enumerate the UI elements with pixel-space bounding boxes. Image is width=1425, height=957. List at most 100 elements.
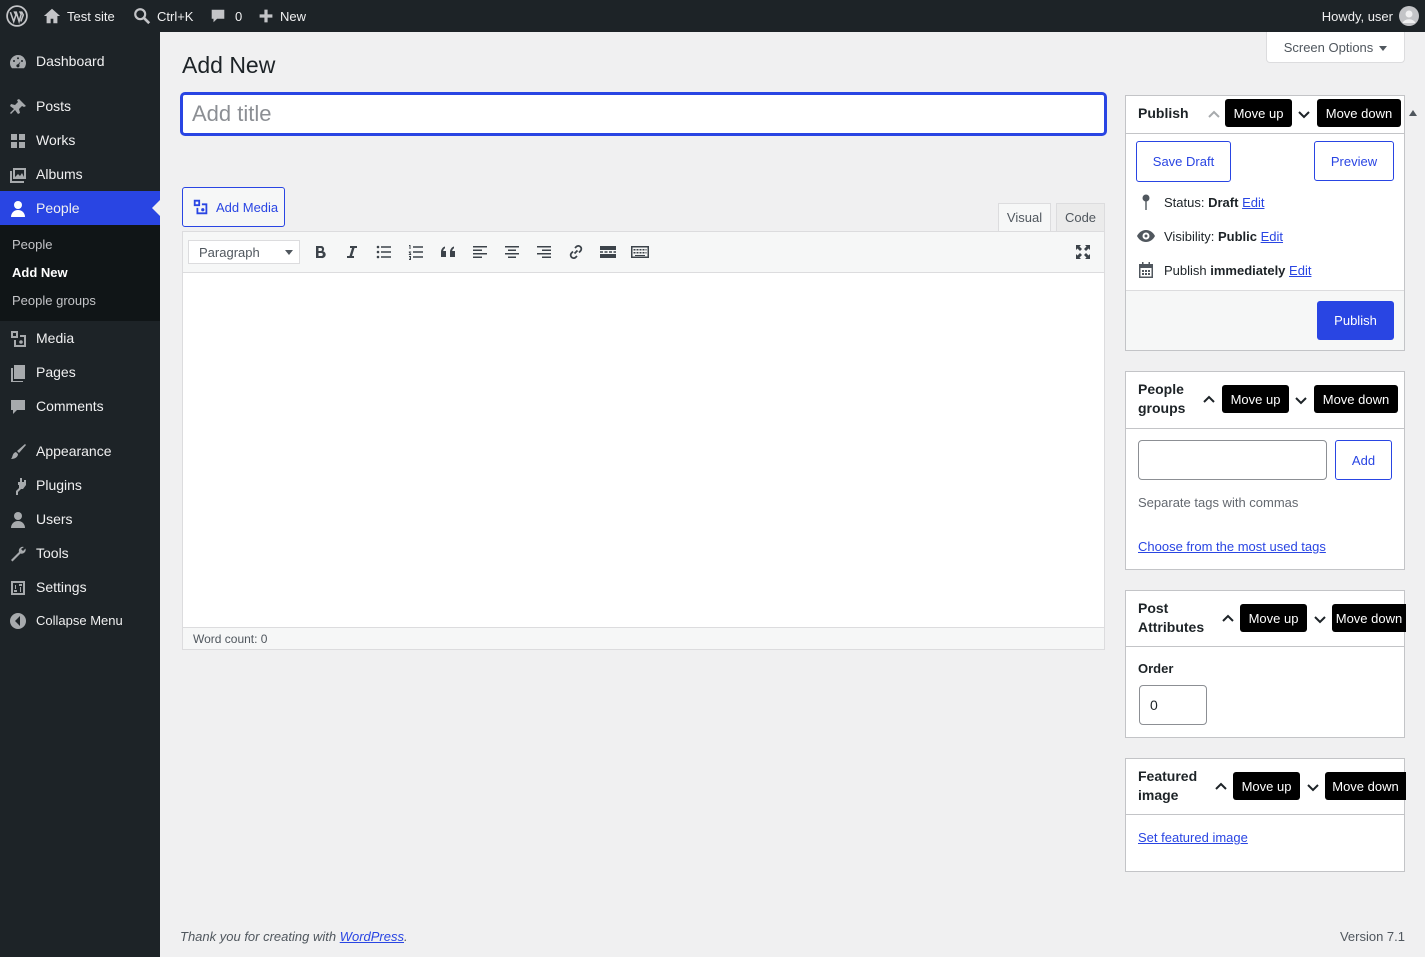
chevron-up-icon[interactable] (1211, 777, 1231, 797)
edit-publish-time-link[interactable]: Edit (1289, 263, 1311, 278)
publish-box-title: Publish (1138, 105, 1189, 121)
order-input[interactable] (1139, 685, 1207, 725)
visibility-label: Visibility: (1164, 228, 1215, 244)
screen-options-button[interactable]: Screen Options (1266, 32, 1405, 63)
read-more-icon[interactable] (598, 242, 618, 262)
move-down-button[interactable]: Move down (1317, 99, 1401, 127)
move-up-button[interactable]: Move up (1240, 604, 1307, 632)
new-content-link[interactable]: New (258, 0, 306, 32)
grid-icon (8, 131, 28, 151)
chevron-down-icon[interactable] (1294, 104, 1314, 124)
bold-icon[interactable] (310, 242, 330, 262)
editor-toolbar: Paragraph (183, 232, 1104, 273)
sidebar-item-label: Pages (36, 364, 76, 380)
sidebar-item-people[interactable]: People (0, 191, 160, 225)
publish-box-header: Publish Move up Move down (1126, 96, 1417, 134)
editor-content-area[interactable] (183, 273, 1104, 627)
chevron-down-icon[interactable] (1310, 609, 1330, 629)
sidebar-item-tools[interactable]: Tools (0, 536, 160, 570)
add-tag-button[interactable]: Add (1335, 440, 1392, 480)
pages-icon (8, 363, 28, 383)
media-icon (8, 329, 28, 349)
site-name: Test site (67, 8, 115, 24)
order-label: Order (1138, 661, 1174, 676)
move-up-button[interactable]: Move up (1222, 385, 1289, 413)
move-up-button[interactable]: Move up (1225, 99, 1292, 127)
submenu-item-people[interactable]: People (12, 237, 52, 252)
link-icon[interactable] (566, 242, 586, 262)
blockquote-icon[interactable] (438, 242, 458, 262)
sidebar-item-settings[interactable]: Settings (0, 570, 160, 604)
chevron-up-icon[interactable] (1199, 390, 1219, 410)
sidebar-item-label: Settings (36, 579, 87, 595)
plugin-icon (8, 476, 28, 496)
bullet-list-icon[interactable] (374, 242, 394, 262)
sidebar-item-posts[interactable]: Posts (0, 89, 160, 123)
settings-icon (8, 578, 28, 598)
submenu-item-people-groups[interactable]: People groups (12, 293, 96, 308)
tab-visual[interactable]: Visual (998, 203, 1051, 232)
collapse-icon (8, 611, 28, 631)
sidebar-item-users[interactable]: Users (0, 502, 160, 536)
tab-code[interactable]: Code (1056, 203, 1105, 232)
sidebar-item-plugins[interactable]: Plugins (0, 468, 160, 502)
toggle-panel-icon[interactable] (1409, 110, 1417, 116)
sidebar-item-albums[interactable]: Albums (0, 157, 160, 191)
italic-icon[interactable] (342, 242, 362, 262)
plus-icon (258, 8, 274, 24)
chevron-up-icon[interactable] (1204, 105, 1224, 125)
sidebar-item-works[interactable]: Works (0, 123, 160, 157)
status-value: Draft (1208, 194, 1239, 210)
sidebar-item-label: Works (36, 132, 76, 148)
search-shortcut[interactable]: Ctrl+K (133, 0, 193, 32)
preview-button[interactable]: Preview (1314, 141, 1394, 181)
save-draft-button[interactable]: Save Draft (1136, 141, 1231, 182)
add-media-button[interactable]: Add Media (182, 187, 285, 227)
featured-image-header: Featured image Move up Move down (1126, 759, 1406, 815)
chevron-up-icon[interactable] (1218, 609, 1238, 629)
numbered-list-icon[interactable] (406, 242, 426, 262)
chevron-down-icon[interactable] (1291, 390, 1311, 410)
wordpress-link[interactable]: WordPress (340, 929, 404, 944)
home-icon (43, 7, 61, 25)
sidebar-item-comments[interactable]: Comments (0, 389, 160, 423)
keyboard-icon[interactable] (630, 242, 650, 262)
submenu-item-add-new[interactable]: Add New (12, 265, 68, 280)
sidebar-item-appearance[interactable]: Appearance (0, 434, 160, 468)
sidebar-item-media[interactable]: Media (0, 321, 160, 355)
set-featured-image-link[interactable]: Set featured image (1138, 830, 1248, 845)
site-name-link[interactable]: Test site (43, 0, 115, 32)
fullscreen-icon[interactable] (1073, 242, 1093, 262)
sidebar-item-dashboard[interactable]: Dashboard (0, 44, 160, 78)
comment-icon (8, 397, 28, 417)
edit-visibility-link[interactable]: Edit (1261, 229, 1283, 244)
account-menu[interactable]: Howdy, user (1322, 0, 1419, 32)
align-left-icon[interactable] (470, 242, 490, 262)
post-title-input[interactable] (181, 93, 1106, 135)
visibility-row: Visibility: Public Edit (1136, 226, 1283, 246)
new-label: New (280, 8, 307, 24)
sidebar-item-label: Users (36, 511, 73, 527)
wordpress-logo-icon[interactable] (6, 0, 28, 32)
move-down-button[interactable]: Move down (1314, 385, 1398, 413)
align-right-icon[interactable] (534, 242, 554, 262)
screen-options-label: Screen Options (1283, 39, 1374, 55)
collapse-menu-button[interactable]: Collapse Menu (0, 603, 160, 637)
sidebar-item-pages[interactable]: Pages (0, 355, 160, 389)
format-select[interactable]: Paragraph (188, 240, 300, 264)
publish-box: Publish Move up Move down Save Draft Pre… (1125, 95, 1417, 351)
people-groups-input[interactable] (1138, 440, 1327, 480)
most-used-tags-link[interactable]: Choose from the most used tags (1138, 539, 1326, 554)
people-groups-title: People groups (1138, 381, 1186, 416)
align-center-icon[interactable] (502, 242, 522, 262)
avatar (1399, 6, 1419, 26)
move-down-button[interactable]: Move down (1325, 772, 1406, 800)
comments-link[interactable]: 0 (209, 0, 242, 32)
publish-button[interactable]: Publish (1317, 301, 1394, 340)
edit-status-link[interactable]: Edit (1242, 195, 1264, 210)
admin-sidebar: Dashboard Posts Works Albums People Peop… (0, 32, 160, 957)
move-down-button[interactable]: Move down (1332, 604, 1406, 632)
brush-icon (8, 442, 28, 462)
chevron-down-icon[interactable] (1303, 777, 1323, 797)
move-up-button[interactable]: Move up (1233, 772, 1300, 800)
